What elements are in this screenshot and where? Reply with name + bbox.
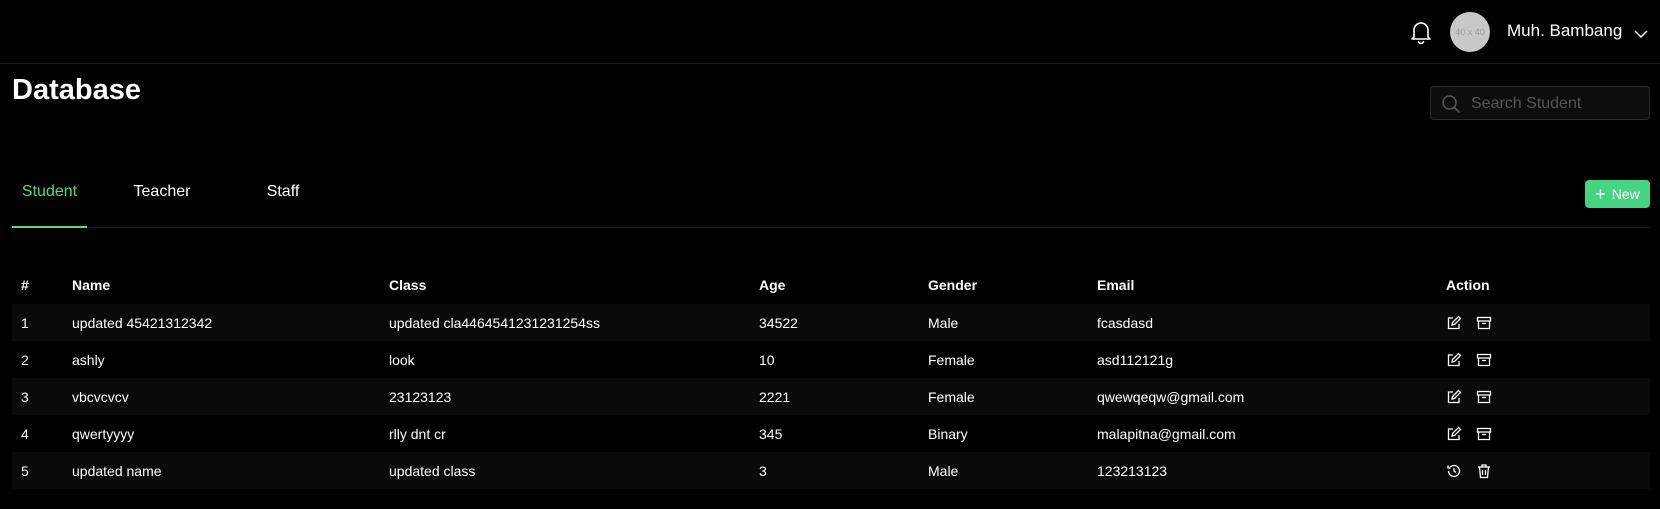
bell-icon[interactable] <box>1410 20 1432 45</box>
restore-icon[interactable] <box>1446 463 1462 479</box>
cell-age: 34522 <box>750 304 919 341</box>
search-input[interactable] <box>1469 87 1649 121</box>
column-header[interactable]: Age <box>750 266 919 304</box>
cell-name: ashly <box>63 341 380 378</box>
archive-icon[interactable] <box>1476 389 1492 405</box>
edit-icon[interactable] <box>1446 352 1462 368</box>
cell-class: updated cla4464541231231254ss <box>380 304 750 341</box>
cell-gender: Female <box>919 378 1088 415</box>
trash-icon[interactable] <box>1476 463 1492 479</box>
cell-email: fcasdasd <box>1088 304 1437 341</box>
column-header[interactable]: # <box>12 266 63 304</box>
cell-age: 3 <box>750 452 919 489</box>
cell-name: updated name <box>63 452 380 489</box>
cell-actions <box>1437 415 1650 452</box>
column-header[interactable]: Email <box>1088 266 1437 304</box>
archive-icon[interactable] <box>1476 352 1492 368</box>
cell-actions <box>1437 452 1650 489</box>
archive-icon[interactable] <box>1476 315 1492 331</box>
avatar[interactable]: 40 x 40 <box>1450 12 1490 52</box>
cell-actions <box>1437 304 1650 341</box>
cell-gender: Binary <box>919 415 1088 452</box>
edit-icon[interactable] <box>1446 315 1462 331</box>
tab-bar: Student Teacher Staff <box>12 178 1650 228</box>
cell-age: 2221 <box>750 378 919 415</box>
archive-icon[interactable] <box>1476 426 1492 442</box>
edit-icon[interactable] <box>1446 426 1462 442</box>
cell-age: 10 <box>750 341 919 378</box>
cell-name: updated 45421312342 <box>63 304 380 341</box>
new-button-label: New <box>1611 186 1640 202</box>
table-row: 3 vbcvcvcv 23123123 2221 Female qwewqeqw… <box>12 378 1650 415</box>
tab-label: Student <box>21 183 78 200</box>
tab-label: Staff <box>266 183 300 200</box>
table-row: 4 qwertyyyy rlly dnt cr 345 Binary malap… <box>12 415 1650 452</box>
tab-student[interactable]: Student <box>12 178 87 228</box>
column-header[interactable]: Gender <box>919 266 1088 304</box>
cell-gender: Male <box>919 452 1088 489</box>
tab-label: Teacher <box>133 183 191 200</box>
new-button[interactable]: + New <box>1585 180 1650 208</box>
row-number: 3 <box>12 378 63 415</box>
tab-teacher[interactable]: Teacher <box>124 178 200 226</box>
row-number: 1 <box>12 304 63 341</box>
row-number: 4 <box>12 415 63 452</box>
student-table: # Name Class Age Gender Email Action 1 u… <box>12 266 1650 489</box>
column-header: Action <box>1446 277 1490 293</box>
avatar-placeholder-text: 40 x 40 <box>1455 27 1485 37</box>
column-header[interactable]: Name <box>63 266 380 304</box>
page-title: Database <box>12 74 141 106</box>
cell-email: 123213123 <box>1088 452 1437 489</box>
cell-name: qwertyyyy <box>63 415 380 452</box>
cell-class: rlly dnt cr <box>380 415 750 452</box>
search-icon <box>1441 94 1461 114</box>
cell-email: asd112121g <box>1088 341 1437 378</box>
table-row: 2 ashly look 10 Female asd112121g <box>12 341 1650 378</box>
cell-class: 23123123 <box>380 378 750 415</box>
cell-gender: Female <box>919 341 1088 378</box>
cell-age: 345 <box>750 415 919 452</box>
table-row: 5 updated name updated class 3 Male 1232… <box>12 452 1650 489</box>
table-row: 1 updated 45421312342 updated cla4464541… <box>12 304 1650 341</box>
search-box <box>1430 86 1650 121</box>
chevron-down-icon[interactable] <box>1634 26 1648 39</box>
cell-actions <box>1437 341 1650 378</box>
cell-actions <box>1437 378 1650 415</box>
table-header-row: # Name Class Age Gender Email Action <box>12 266 1650 304</box>
plus-icon: + <box>1595 184 1606 204</box>
cell-class: updated class <box>380 452 750 489</box>
column-header[interactable]: Class <box>380 266 750 304</box>
tab-staff[interactable]: Staff <box>260 178 306 226</box>
edit-icon[interactable] <box>1446 389 1462 405</box>
cell-email: malapitna@gmail.com <box>1088 415 1437 452</box>
row-number: 2 <box>12 341 63 378</box>
cell-name: vbcvcvcv <box>63 378 380 415</box>
cell-class: look <box>380 341 750 378</box>
cell-email: qwewqeqw@gmail.com <box>1088 378 1437 415</box>
row-number: 5 <box>12 452 63 489</box>
top-bar: 40 x 40 Muh. Bambang <box>0 0 1660 64</box>
user-name[interactable]: Muh. Bambang <box>1507 21 1622 41</box>
cell-gender: Male <box>919 304 1088 341</box>
